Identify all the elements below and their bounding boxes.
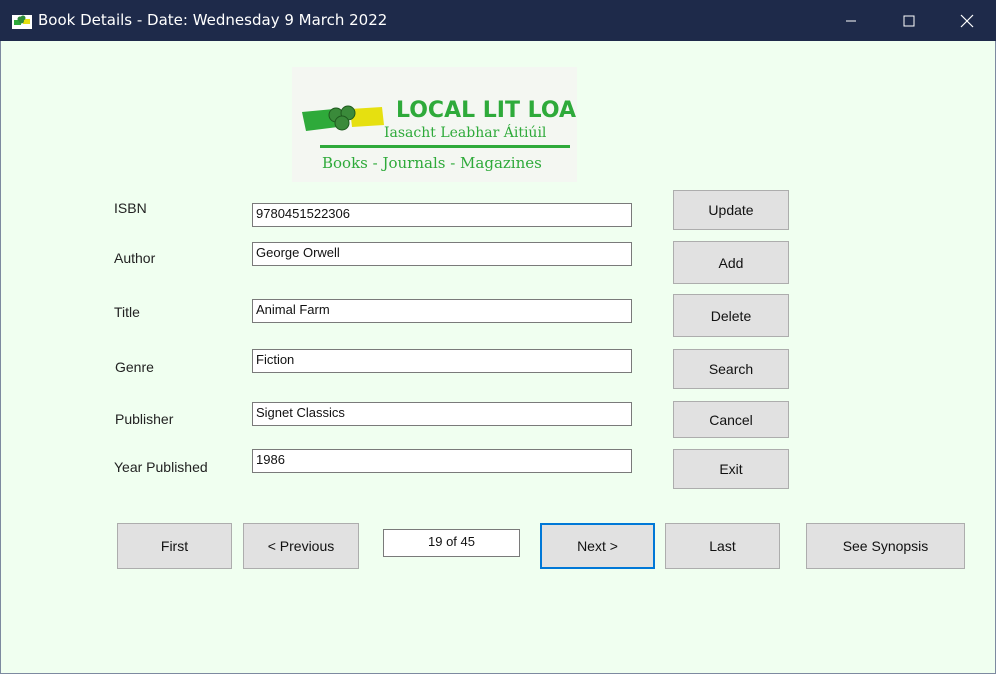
close-icon	[960, 14, 974, 27]
genre-field[interactable]: Fiction	[252, 349, 632, 373]
cancel-button[interactable]: Cancel	[673, 401, 789, 438]
publisher-label: Publisher	[115, 411, 174, 427]
see-synopsis-button[interactable]: See Synopsis	[806, 523, 965, 569]
svg-text:LOCAL LIT LOAN: LOCAL LIT LOAN	[396, 98, 577, 123]
author-field[interactable]: George Orwell	[252, 242, 632, 266]
minimize-icon	[846, 20, 856, 21]
minimize-button[interactable]	[822, 0, 880, 41]
title-label: Title	[114, 304, 140, 320]
svg-text:Books - Journals - Magazines: Books - Journals - Magazines	[322, 154, 542, 172]
close-button[interactable]	[938, 0, 996, 41]
publisher-field[interactable]: Signet Classics	[252, 402, 632, 426]
add-button[interactable]: Add	[673, 241, 789, 284]
next-button[interactable]: Next >	[540, 523, 655, 569]
maximize-button[interactable]	[880, 0, 938, 41]
genre-label: Genre	[115, 359, 154, 375]
search-button[interactable]: Search	[673, 349, 789, 389]
book-details-window: Book Details - Date: Wednesday 9 March 2…	[0, 0, 996, 674]
year-published-label: Year Published	[114, 459, 208, 475]
form-area: LOCAL LIT LOAN Iasacht Leabhar Áitiúil B…	[0, 41, 996, 674]
exit-button[interactable]: Exit	[673, 449, 789, 489]
title-bar[interactable]: Book Details - Date: Wednesday 9 March 2…	[0, 0, 996, 41]
author-label: Author	[114, 250, 156, 266]
books-app-icon	[12, 15, 32, 29]
maximize-icon	[903, 15, 915, 26]
record-counter: 19 of 45	[383, 529, 520, 557]
svg-text:Iasacht Leabhar Áitiúil: Iasacht Leabhar Áitiúil	[384, 123, 547, 141]
update-button[interactable]: Update	[673, 190, 789, 230]
last-button[interactable]: Last	[665, 523, 780, 569]
local-lit-loan-logo: LOCAL LIT LOAN Iasacht Leabhar Áitiúil B…	[292, 67, 577, 182]
first-button[interactable]: First	[117, 523, 232, 569]
title-field[interactable]: Animal Farm	[252, 299, 632, 323]
isbn-field[interactable]: 9780451522306	[252, 203, 632, 227]
window-title: Book Details - Date: Wednesday 9 March 2…	[38, 11, 388, 29]
previous-button[interactable]: < Previous	[243, 523, 359, 569]
year-published-field[interactable]: 1986	[252, 449, 632, 473]
delete-button[interactable]: Delete	[673, 294, 789, 337]
isbn-label: ISBN	[114, 200, 147, 216]
